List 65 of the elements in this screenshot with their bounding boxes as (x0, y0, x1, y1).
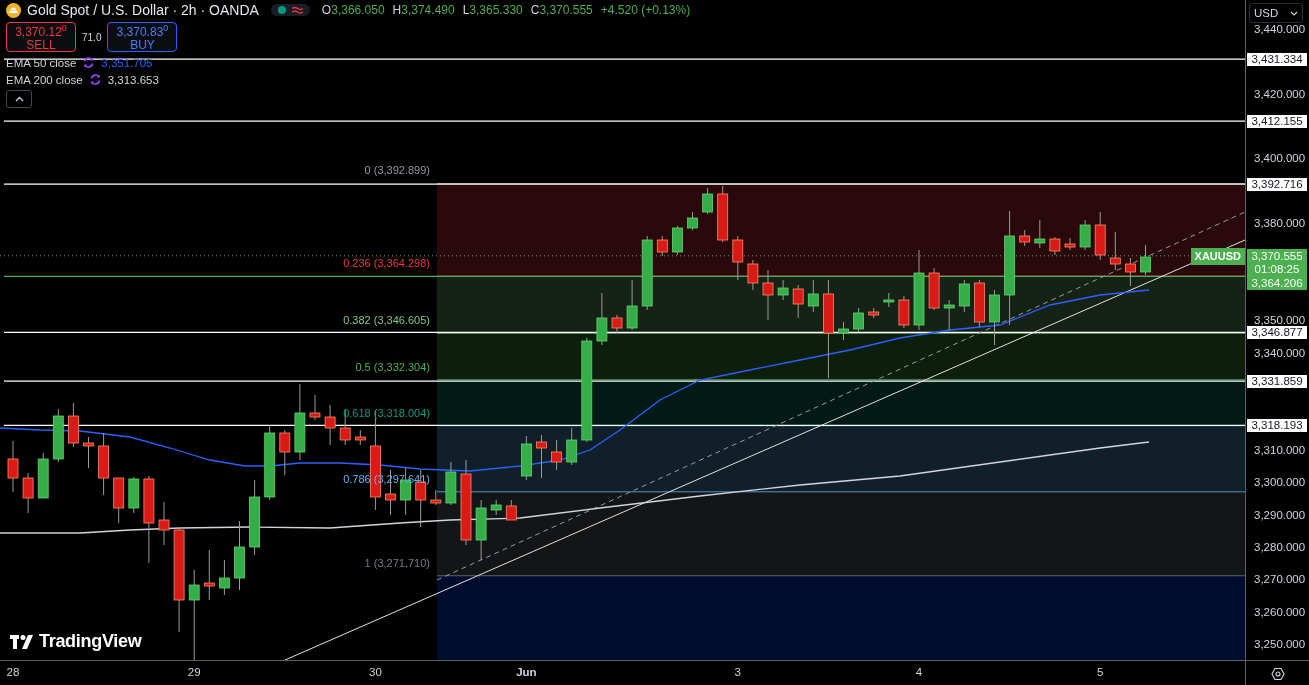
price-badge: 3,412.155 (1247, 114, 1307, 128)
ohlc-value: 3,370.555 (539, 3, 593, 17)
time-label: 30 (369, 666, 382, 678)
chevron-up-icon (14, 96, 24, 102)
price-badge: 3,392.716 (1247, 177, 1307, 191)
price-badge: 3,431.334 (1247, 52, 1307, 66)
price-tick: 3,310.000 (1254, 443, 1306, 456)
price-tick: 3,420.000 (1254, 87, 1306, 100)
fib-level-label: 0 (3,392.899) (364, 164, 430, 177)
indicator-value: 3,351.705 (101, 56, 153, 69)
time-label: 5 (1097, 666, 1104, 678)
price-change: +4.520 (+0.13%) (600, 3, 691, 17)
price-tick: 3,280.000 (1254, 540, 1306, 553)
settings-icon[interactable] (1270, 666, 1285, 681)
logo-text: TradingView (39, 631, 142, 652)
logo-icon (10, 634, 34, 649)
ohlc-label: C (530, 3, 540, 17)
fib-level-label: 1 (3,271.710) (364, 556, 430, 569)
time-label: 28 (6, 666, 20, 678)
collapse-button[interactable] (6, 90, 32, 108)
symbol-title: Gold Spot / U.S. Dollar · 2h · OANDA (27, 2, 259, 18)
price-tick: 3,260.000 (1254, 605, 1306, 618)
indicator-name: EMA 200 close (6, 73, 83, 86)
ohlc-label: L (462, 3, 470, 17)
buy-button[interactable]: 3,370.83$^{0}$ BUY (107, 22, 178, 52)
price-tick: 3,270.000 (1254, 573, 1306, 586)
fib-level-label: 0.236 (3,364.298) (343, 257, 430, 270)
price-tick: 3,440.000 (1254, 23, 1306, 35)
dashed-trend-line[interactable] (436, 211, 1245, 581)
sell-button[interactable]: 3,370.12$^{0}$ SELL (6, 22, 76, 52)
price-badge: 3,364.206 (1247, 277, 1307, 291)
currency-dropdown[interactable]: USD (1249, 3, 1303, 23)
price-tick: 3,290.000 (1254, 508, 1306, 521)
price-tick: 3,250.000 (1254, 638, 1306, 650)
ohlc-value: 3,365.330 (469, 3, 523, 17)
ohlc-value: 3,366.050 (331, 3, 385, 17)
chevron-down-icon (1290, 10, 1298, 16)
price-tick: 3,350.000 (1254, 314, 1306, 327)
time-label: 29 (187, 666, 201, 678)
symbol-tag: XAUUSD (1190, 247, 1245, 265)
price-tick: 3,300.000 (1254, 476, 1306, 489)
market-status-indicator[interactable] (270, 4, 310, 16)
fib-level-label: 0.5 (3,332.304) (355, 360, 430, 373)
indicator-name: EMA 50 close (6, 56, 77, 69)
coin-icon (6, 2, 21, 18)
trend-line[interactable] (284, 239, 1245, 660)
status-dot-icon (277, 6, 286, 14)
last-price-badge: 3,370.555 01:08:25 (1247, 249, 1307, 278)
time-label: 3 (734, 666, 741, 678)
wave-icon (291, 6, 303, 14)
time-label: Jun (516, 666, 537, 678)
price-tick: 3,400.000 (1254, 152, 1306, 165)
price-badge: 3,331.859 (1247, 374, 1307, 388)
ohlc-label: H (392, 3, 402, 17)
price-badge: 3,346.877 (1247, 325, 1307, 339)
fib-level-label: 0.382 (3,346.605) (343, 314, 430, 327)
price-tick: 3,340.000 (1254, 346, 1306, 359)
price-tick: 3,380.000 (1254, 217, 1306, 230)
refresh-icon[interactable] (82, 56, 96, 69)
ohlc-value: 3,374.490 (401, 3, 455, 17)
spread-value: 71.0 (82, 31, 102, 43)
ohlc-label: O (321, 3, 332, 17)
indicator-value: 3,313.653 (107, 73, 159, 86)
time-label: 4 (915, 666, 923, 678)
price-badge: 3,318.193 (1247, 418, 1307, 432)
